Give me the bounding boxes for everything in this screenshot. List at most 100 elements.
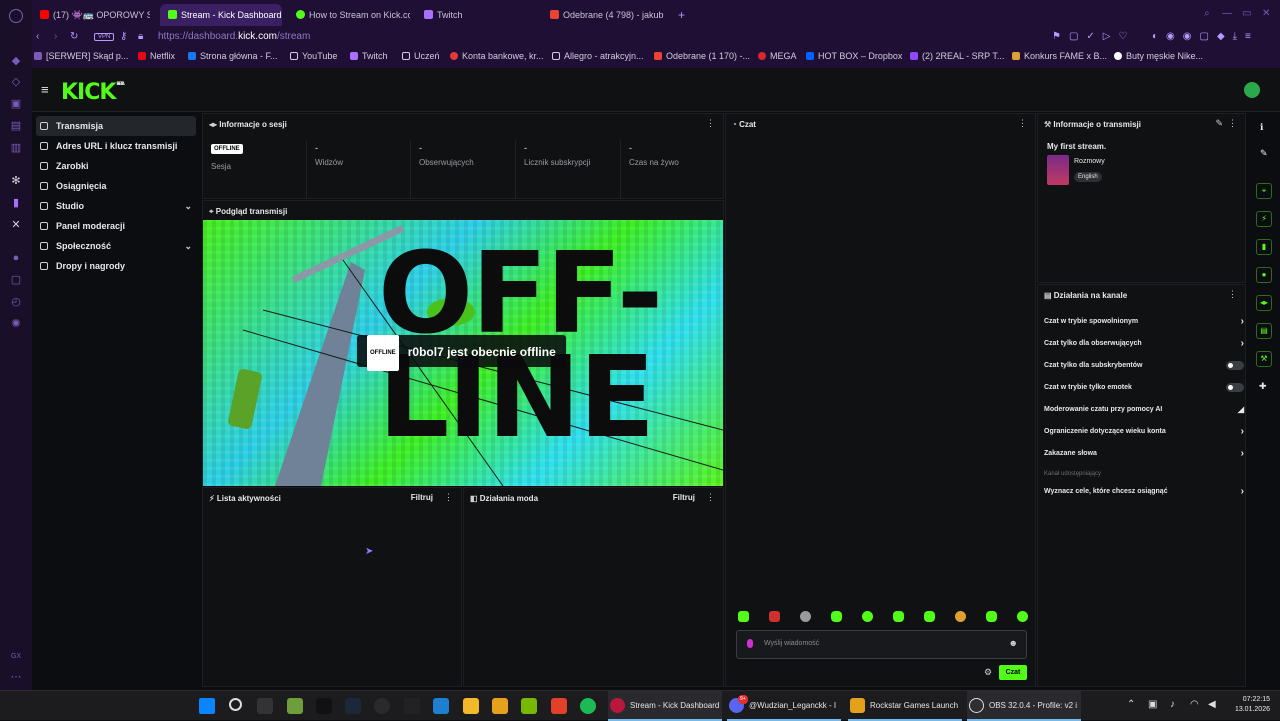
opera-logo-icon[interactable] — [9, 9, 23, 23]
toggle-switch[interactable] — [1226, 383, 1244, 392]
minecraft-icon[interactable] — [287, 698, 303, 714]
bookmark[interactable]: YouTube — [290, 51, 337, 61]
more-options-icon[interactable]: ⋮ — [1018, 118, 1027, 129]
rail-mod-button[interactable]: ◂▸ — [1256, 295, 1272, 311]
rockstar-icon[interactable] — [492, 698, 508, 714]
info-icon[interactable]: ℹ — [1260, 122, 1263, 133]
rail-list-button[interactable]: ▤ — [1256, 323, 1272, 339]
extensions-toolbar[interactable]: ⚑▢✓▷♡ — [1052, 31, 1135, 42]
bookmark[interactable]: (2) 2REAL - SRP T... — [910, 51, 1004, 61]
emote-icon[interactable] — [1017, 611, 1028, 622]
more-options-icon[interactable]: ⋮ — [1228, 289, 1237, 300]
tab-how-to-stream[interactable]: How to Stream on Kick.co — [288, 4, 410, 26]
nav-item-achievements[interactable]: Osiągnięcia — [36, 176, 196, 196]
filter-button[interactable]: Filtruj — [411, 493, 433, 502]
action-row-account-age[interactable]: Ograniczenie dotyczące wieku konta › — [1044, 422, 1244, 442]
app-icon[interactable] — [433, 698, 449, 714]
emote-icon[interactable] — [862, 611, 873, 622]
bookmark[interactable]: Netflix — [138, 51, 175, 61]
history-icon[interactable]: ◴ — [9, 295, 23, 309]
emoji-icon[interactable]: ☻ — [1009, 638, 1018, 648]
emote-icon[interactable] — [800, 611, 811, 622]
volume-icon[interactable]: ◀ — [1208, 699, 1216, 710]
nav-item-earnings[interactable]: Zarobki — [36, 156, 196, 176]
sidebar-app-icon[interactable]: GX — [9, 650, 23, 664]
sidebar-app-icon[interactable]: ▥ — [9, 141, 23, 155]
x-icon[interactable]: ✕ — [9, 218, 23, 232]
sidebar-app-icon[interactable]: ▢ — [9, 273, 23, 287]
url-field[interactable]: https://dashboard.kick.com/stream — [158, 31, 310, 42]
rail-session-button[interactable]: ▮ — [1256, 239, 1272, 255]
emote-icon[interactable] — [738, 611, 749, 622]
forward-icon[interactable]: › — [54, 31, 57, 42]
more-options-icon[interactable]: ⋮ — [1228, 118, 1237, 129]
nav-item-studio[interactable]: Studio ⌄ — [36, 196, 196, 216]
wifi-icon[interactable]: ◠ — [1190, 699, 1199, 710]
key-icon[interactable]: ⚷ — [120, 31, 127, 42]
rail-preview-button[interactable]: ⌖ — [1256, 183, 1272, 199]
bookmark[interactable]: Konkurs FAME x B... — [1012, 51, 1107, 61]
taskbar-app-obs[interactable]: OBS 32.0.4 - Profile: v2 i — [967, 691, 1081, 721]
bookmark[interactable]: Konta bankowe, kr... — [450, 51, 544, 61]
tray-app-icon[interactable]: ▣ — [1148, 699, 1157, 710]
action-row-banned-words[interactable]: Zakazane słowa › — [1044, 444, 1244, 464]
bookmark[interactable]: HOT BOX – Dropbox — [806, 51, 902, 61]
maximize-icon[interactable]: ▭ — [1242, 8, 1251, 19]
minimize-icon[interactable]: — — [1222, 8, 1232, 19]
action-row-subs-only[interactable]: Czat tylko dla subskrybentów — [1044, 356, 1244, 376]
sidebar-app-icon[interactable]: ▣ — [9, 97, 23, 111]
taskbar-app-discord[interactable]: 9+ @Wudzian_Leganckk - I — [727, 691, 841, 721]
more-options-icon[interactable]: ⋮ — [706, 118, 715, 129]
bookmark[interactable]: Twitch — [350, 51, 388, 61]
kick-logo[interactable]: KICKBETA — [61, 80, 125, 105]
search-icon[interactable] — [229, 698, 242, 711]
add-widget-icon[interactable]: ✚ — [1259, 381, 1267, 392]
taskbar-app-opera[interactable]: Stream - Kick Dashboard — [608, 691, 722, 721]
extensions-toolbar-right[interactable]: ◐◉◉▢◆⤓≡ — [1152, 31, 1259, 42]
clock[interactable]: 07:22:15 13.01.2026 — [1226, 695, 1270, 715]
nav-item-drops[interactable]: Dropy i nagrody — [36, 256, 196, 276]
vpn-badge[interactable]: VPN — [94, 33, 115, 41]
bookmark[interactable]: Allegro - atrakcyjn... — [552, 51, 644, 61]
app-icon[interactable] — [551, 698, 567, 714]
spotify-icon[interactable] — [580, 698, 596, 714]
nav-item-stream-key[interactable]: Adres URL i klucz transmisji — [36, 136, 196, 156]
category-name[interactable]: Rozmowy — [1074, 158, 1105, 165]
bookmark[interactable]: [SERWER] Skąd p... — [34, 51, 128, 61]
toggle-switch[interactable] — [1226, 361, 1244, 370]
microphone-icon[interactable] — [747, 639, 753, 648]
microphone-icon[interactable]: ♪ — [1170, 699, 1175, 710]
edit-layout-icon[interactable]: ✎ — [1260, 148, 1268, 159]
search-tabs-icon[interactable]: ⌕ — [1204, 8, 1210, 19]
chatgpt-icon[interactable]: ✻ — [9, 174, 23, 188]
edit-icon[interactable]: ✎ — [1215, 118, 1223, 129]
emote-icon[interactable] — [831, 611, 842, 622]
rail-activity-button[interactable]: ⚡︎ — [1256, 211, 1272, 227]
bookmark[interactable]: Buty męskie Nike... — [1114, 51, 1203, 61]
nvidia-icon[interactable] — [521, 698, 537, 714]
taskbar-app-rockstar[interactable]: Rockstar Games Launch — [848, 691, 962, 721]
action-row-emote-only[interactable]: Czat w trybie tylko emotek — [1044, 378, 1244, 398]
settings-icon[interactable]: ✺ — [9, 317, 23, 331]
windows-start-icon[interactable] — [199, 698, 215, 714]
tab-kick-dashboard[interactable]: Stream - Kick Dashboard — [160, 4, 282, 26]
hamburger-menu-icon[interactable]: ≡ — [41, 82, 49, 97]
nav-item-community[interactable]: Społeczność ⌄ — [36, 236, 196, 256]
sidebar-app-icon[interactable]: ◇ — [9, 75, 23, 89]
emote-icon[interactable] — [893, 611, 904, 622]
bookmark[interactable]: Odebrane (1 170) -... — [654, 51, 750, 61]
bookmark[interactable]: MEGA — [758, 51, 797, 61]
action-row-ai-moderation[interactable]: Moderowanie czatu przy pomocy AI ◢ — [1044, 400, 1244, 420]
file-explorer-icon[interactable] — [463, 698, 479, 714]
more-options-icon[interactable]: ⋮ — [706, 492, 715, 503]
rail-chat-button[interactable]: ● — [1256, 267, 1272, 283]
more-icon[interactable]: ⋯ — [9, 670, 23, 684]
sidebar-app-icon[interactable]: ▤ — [9, 119, 23, 133]
bookmark[interactable]: Strona główna - F... — [188, 51, 278, 61]
chat-send-button[interactable]: Czat — [999, 665, 1027, 680]
emote-icon[interactable] — [955, 611, 966, 622]
action-row-slow-mode[interactable]: Czat w trybie spowolnionym › — [1044, 312, 1244, 332]
app-icon[interactable] — [374, 698, 390, 714]
tab-youtube[interactable]: (17) 👾🚌 OPOROWY SEC — [32, 4, 150, 26]
bookmark[interactable]: Uczeń — [402, 51, 440, 61]
